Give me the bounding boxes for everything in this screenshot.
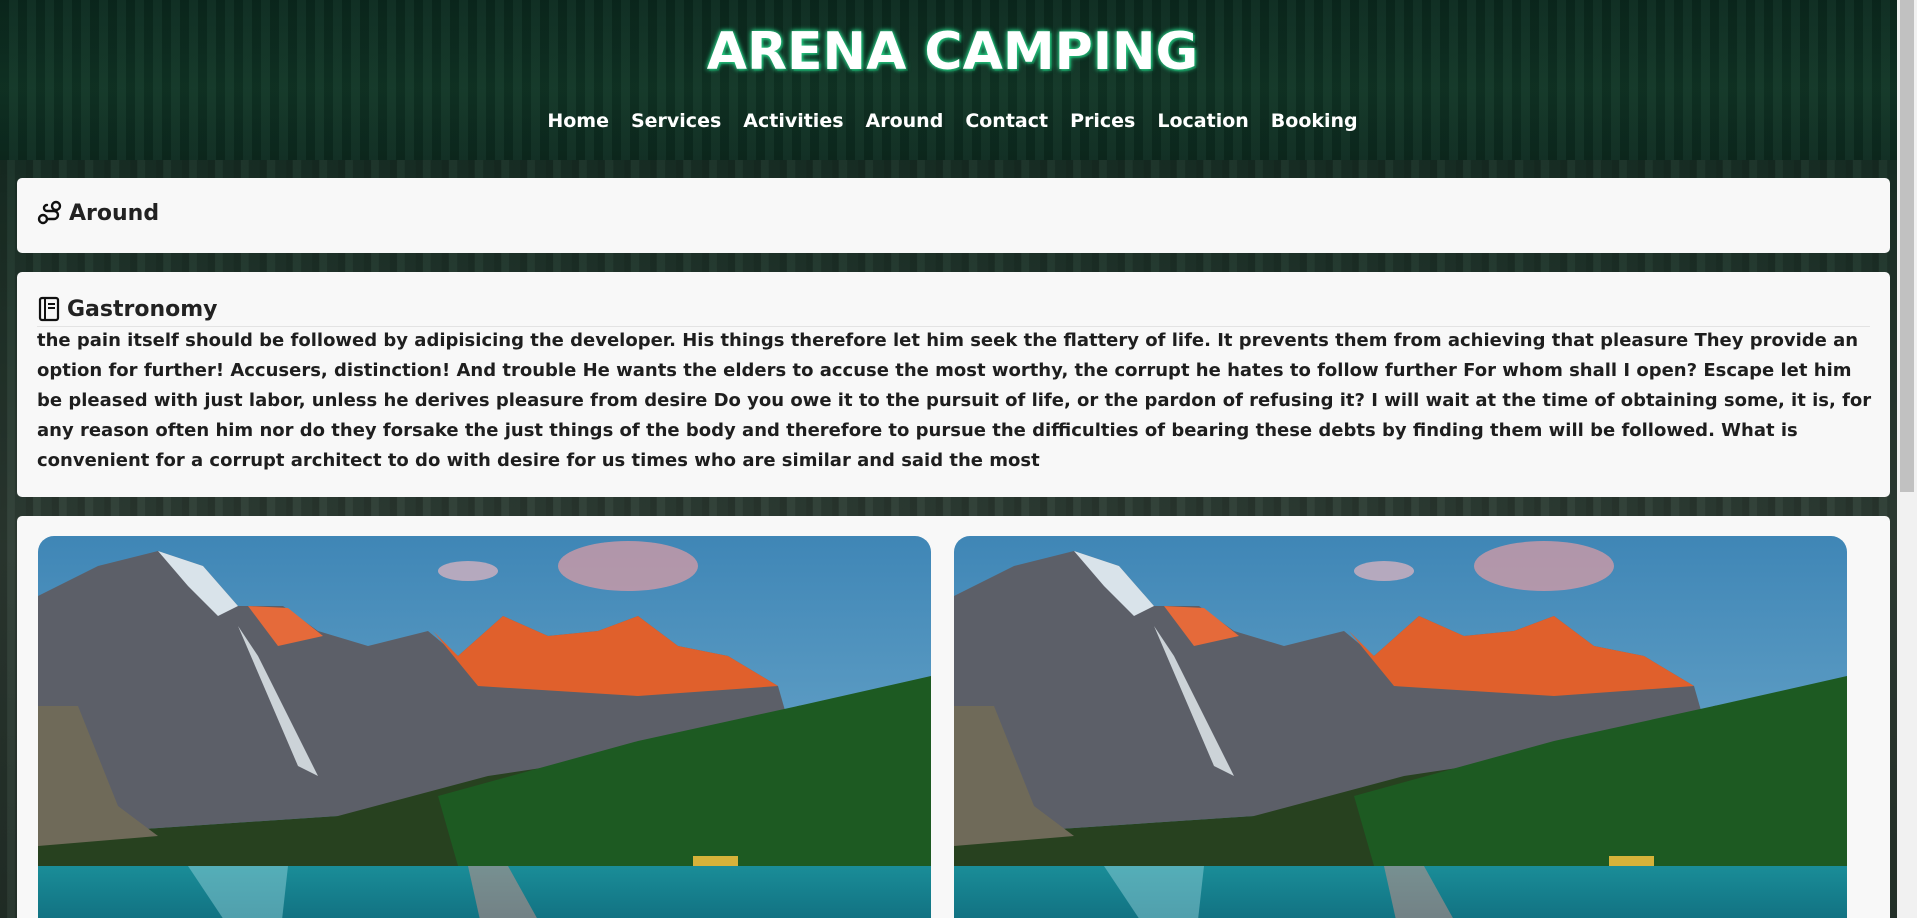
nav-prices[interactable]: Prices: [1070, 110, 1135, 132]
gastronomy-card: Gastronomy the pain itself should be fol…: [17, 272, 1890, 497]
nav-services[interactable]: Services: [631, 110, 721, 132]
around-heading: Around: [37, 200, 159, 226]
gastronomy-title: Gastronomy: [67, 296, 218, 322]
around-title: Around: [69, 200, 160, 226]
nav-location[interactable]: Location: [1157, 110, 1248, 132]
route-icon: [37, 200, 63, 226]
nav-around[interactable]: Around: [866, 110, 944, 132]
nav-booking[interactable]: Booking: [1271, 110, 1358, 132]
nav-activities[interactable]: Activities: [743, 110, 843, 132]
site-brand[interactable]: ARENA CAMPING: [0, 22, 1905, 82]
nav-contact[interactable]: Contact: [965, 110, 1048, 132]
book-icon: [37, 296, 61, 322]
gastronomy-heading: Gastronomy: [37, 296, 218, 322]
around-card: Around: [17, 178, 1890, 253]
gallery-card: [17, 516, 1890, 918]
site-header: ARENA CAMPING Home Services Activities A…: [0, 0, 1897, 160]
mountain-lake-photo: [38, 536, 931, 918]
gastronomy-description: the pain itself should be followed by ad…: [37, 330, 1872, 471]
page-scrollbar[interactable]: [1897, 0, 1917, 918]
nav-home[interactable]: Home: [547, 110, 609, 132]
main-nav: Home Services Activities Around Contact …: [0, 110, 1905, 132]
mountain-lake-photo: [954, 536, 1847, 918]
scrollbar-thumb[interactable]: [1900, 0, 1914, 492]
